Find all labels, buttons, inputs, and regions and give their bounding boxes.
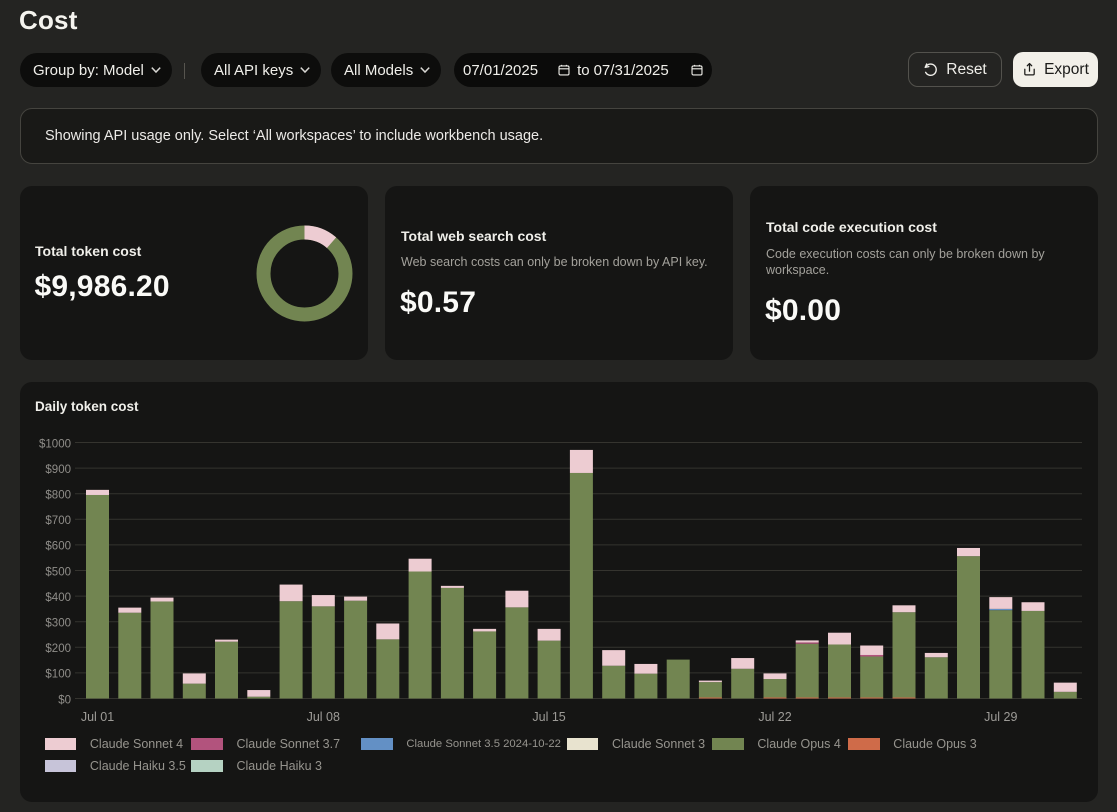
svg-text:Jul 15: Jul 15 bbox=[532, 710, 565, 724]
svg-text:$300: $300 bbox=[45, 618, 71, 630]
svg-text:$800: $800 bbox=[45, 490, 71, 502]
svg-text:Jul 22: Jul 22 bbox=[758, 710, 791, 724]
svg-text:$500: $500 bbox=[45, 566, 71, 578]
svg-text:$700: $700 bbox=[45, 515, 71, 527]
svg-text:$0: $0 bbox=[58, 694, 71, 706]
svg-text:$200: $200 bbox=[45, 643, 71, 655]
svg-text:$900: $900 bbox=[45, 464, 71, 476]
svg-text:$100: $100 bbox=[45, 669, 71, 681]
svg-text:Jul 08: Jul 08 bbox=[307, 710, 340, 724]
svg-text:Jul 29: Jul 29 bbox=[984, 710, 1017, 724]
svg-text:Jul 01: Jul 01 bbox=[81, 710, 114, 724]
svg-text:$400: $400 bbox=[45, 592, 71, 604]
svg-text:$600: $600 bbox=[45, 541, 71, 553]
svg-text:$1000: $1000 bbox=[39, 438, 71, 450]
